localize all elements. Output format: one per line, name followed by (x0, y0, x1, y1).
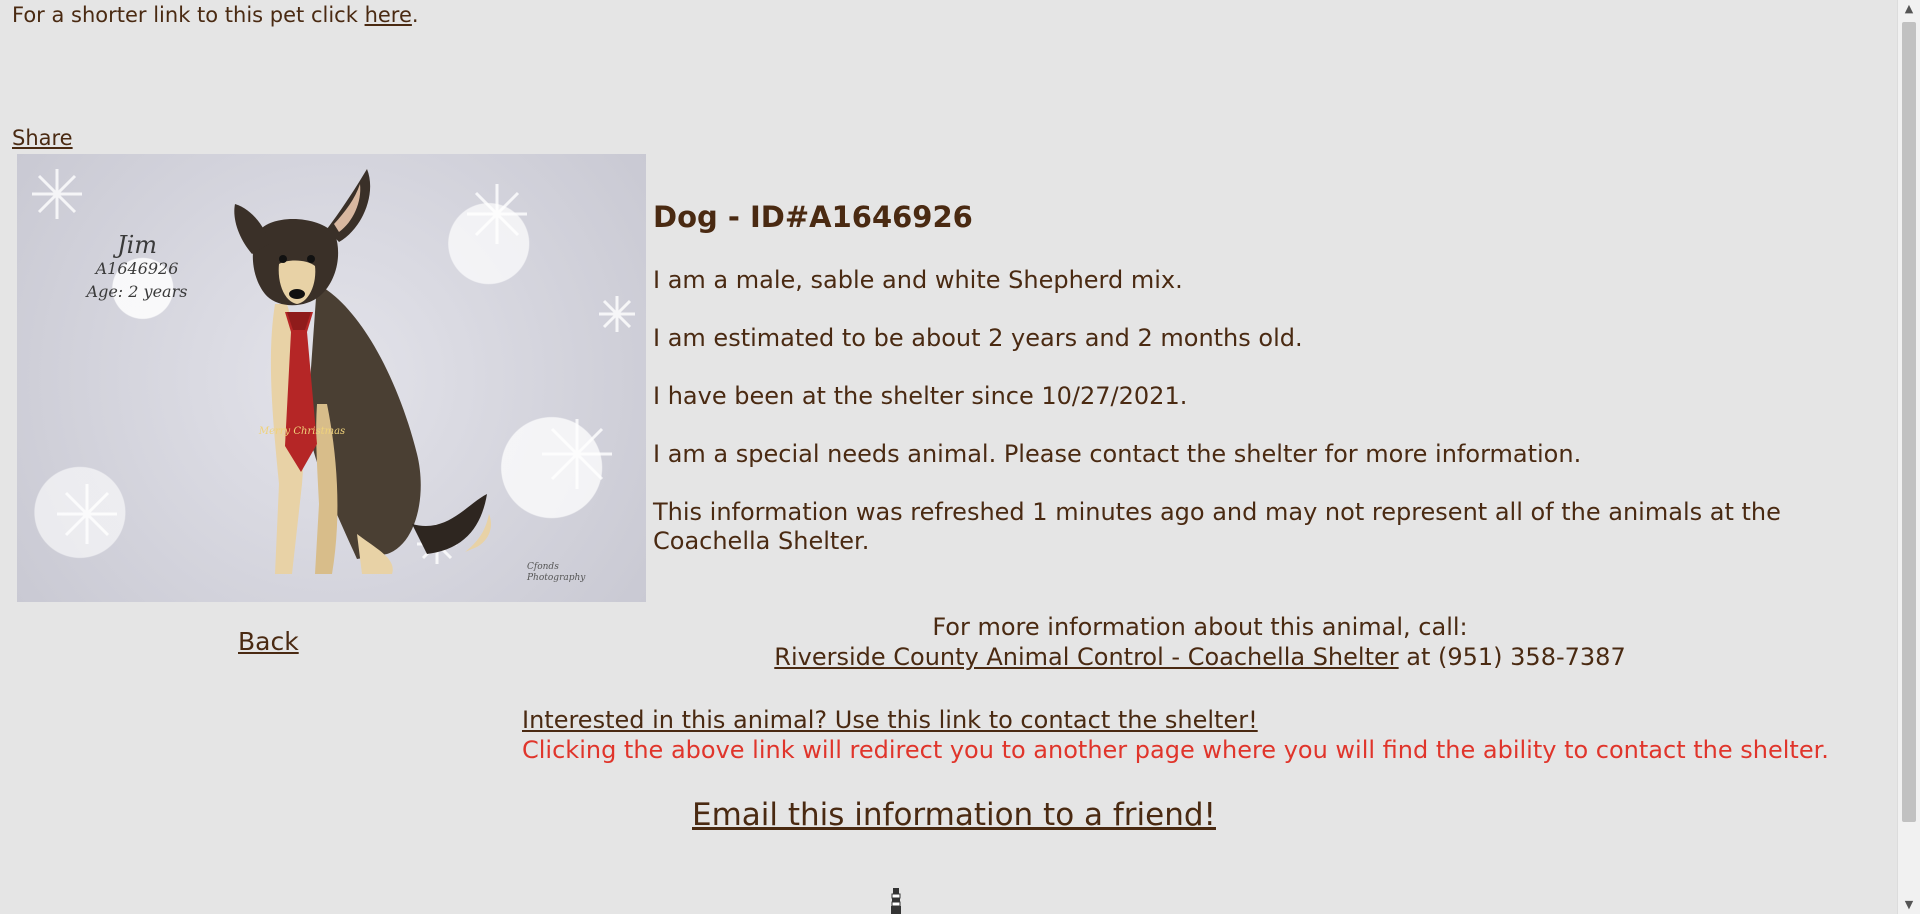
contact-intro: For more information about this animal, … (932, 613, 1468, 641)
interest-section: Interested in this animal? Use this link… (522, 705, 1829, 765)
short-link-here[interactable]: here (365, 3, 412, 27)
short-link-prefix: For a shorter link to this pet click (12, 3, 365, 27)
photo-caption-age: Age: 2 years (86, 282, 188, 301)
dog-illustration: Merry Christmas (32, 169, 635, 574)
short-link-suffix: . (411, 3, 419, 27)
share-link[interactable]: Share (12, 126, 73, 150)
shelter-phone: at (951) 358-7387 (1398, 643, 1626, 671)
contact-shelter-link[interactable]: Interested in this animal? Use this link… (522, 706, 1258, 734)
photo-caption-name: Jim (116, 231, 158, 259)
photo-credit: Cfonds Photography (527, 562, 585, 584)
email-friend-link[interactable]: Email this information to a friend! (692, 797, 1216, 833)
contact-line: Riverside County Animal Control - Coache… (520, 642, 1880, 672)
vertical-scrollbar[interactable]: ▲ ▼ (1897, 0, 1920, 914)
animal-title: Dog - ID#A1646926 (653, 200, 973, 234)
short-link-notice: For a shorter link to this pet click her… (12, 3, 419, 27)
animal-age: I am estimated to be about 2 years and 2… (653, 324, 1303, 352)
photo-caption: Jim A1646926 Age: 2 years (77, 231, 197, 303)
photo-credit-line1: Cfonds (527, 562, 559, 572)
scroll-down-icon[interactable]: ▼ (1898, 896, 1920, 914)
contact-info: For more information about this animal, … (520, 612, 1880, 672)
scroll-thumb[interactable] (1902, 22, 1916, 822)
photo-credit-line2: Photography (527, 573, 586, 583)
animal-info: Dog - ID#A1646926 I am a male, sable and… (653, 196, 1853, 585)
animal-special-needs: I am a special needs animal. Please cont… (653, 440, 1582, 468)
pet-photo: Merry Christmas Jim A1646926 Age: 2 year… (17, 154, 646, 602)
animal-shelter-since: I have been at the shelter since 10/27/2… (653, 382, 1188, 410)
photo-caption-id: A1646926 (95, 259, 179, 278)
shelter-link[interactable]: Riverside County Animal Control - Coache… (774, 643, 1398, 671)
redirect-warning: Clicking the above link will redirect yo… (522, 736, 1829, 764)
scroll-up-icon[interactable]: ▲ (1898, 0, 1920, 18)
tie-text: Merry Christmas (258, 426, 345, 437)
animal-description: I am a male, sable and white Shepherd mi… (653, 266, 1183, 294)
lighthouse-icon (891, 888, 901, 914)
page: For a shorter link to this pet click her… (0, 0, 1898, 914)
info-refreshed: This information was refreshed 1 minutes… (653, 498, 1781, 555)
back-link[interactable]: Back (238, 627, 299, 656)
